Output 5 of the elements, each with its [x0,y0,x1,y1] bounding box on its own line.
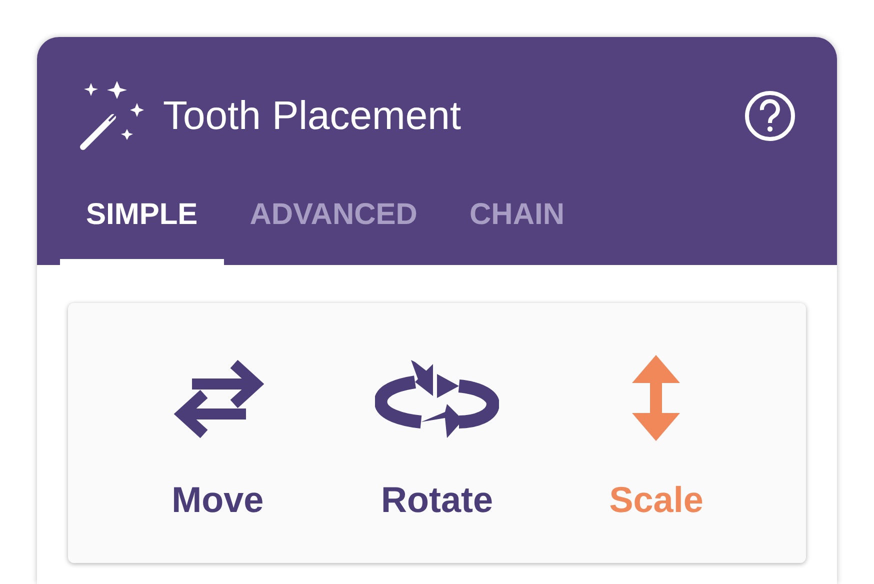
tool-button[interactable]: Move [128,353,308,527]
tool-button[interactable]: Rotate [346,353,527,527]
help-icon[interactable] [743,89,797,143]
panel-title: Tooth Placement [163,96,461,136]
tab[interactable]: SIMPLE [60,188,224,265]
